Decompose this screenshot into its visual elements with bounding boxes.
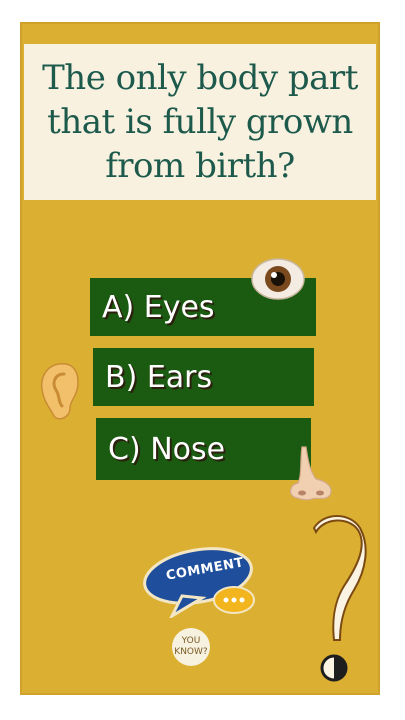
you-know-logo: YOU KNOW?: [172, 628, 210, 666]
question-box: The only body part that is fully grown f…: [24, 44, 376, 200]
logo-line-2: KNOW?: [174, 647, 208, 657]
logo-line-1: YOU: [181, 636, 201, 646]
eye-icon: [251, 258, 305, 300]
question-mark-icon: [312, 515, 367, 682]
answer-b-button[interactable]: B) Ears: [93, 348, 314, 406]
nose-icon: [289, 446, 332, 501]
question-text: The only body part that is fully grown f…: [42, 58, 358, 186]
answer-c-button[interactable]: C) Nose: [96, 418, 311, 480]
ear-icon: [40, 363, 79, 420]
